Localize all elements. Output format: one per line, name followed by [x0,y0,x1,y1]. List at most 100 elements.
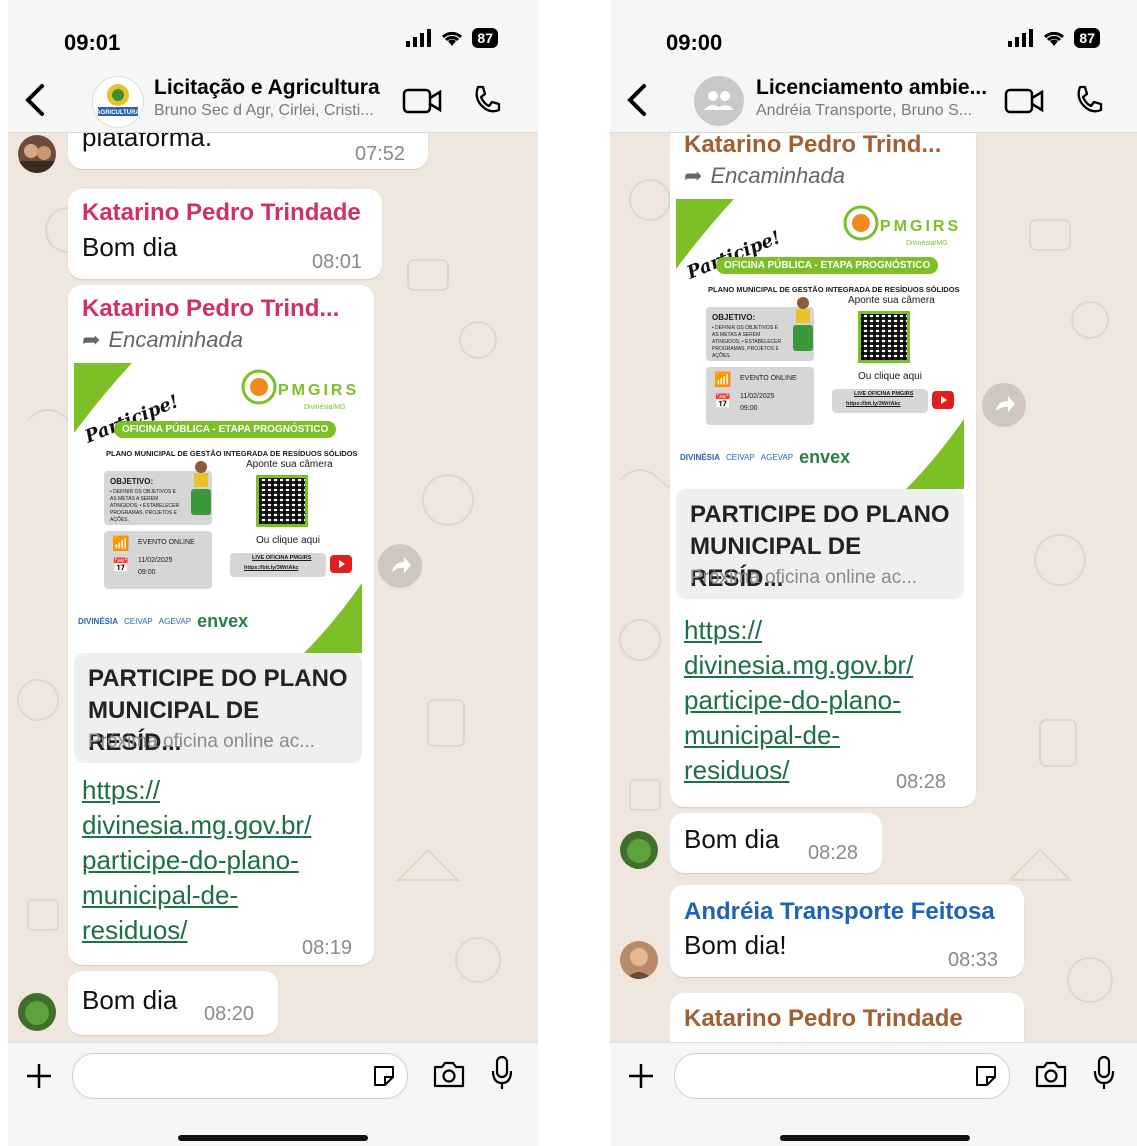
poster-brand: PMGIRS [278,382,359,399]
qr-code[interactable] [858,311,910,363]
message-time: 08:33 [948,949,999,971]
battery-indicator: 87 [472,28,498,48]
poster-event: EVENTO ONLINE [740,375,797,382]
recycling-bin-figure-icon [793,297,813,351]
group-people-icon [704,91,734,110]
poster-plan: PLANO MUNICIPAL DE GESTÃO INTEGRADA DE R… [106,449,358,458]
message-list[interactable]: Katarino Pedro Trind... ➦ Encaminhada PMG… [610,133,1137,1042]
sticker-icon[interactable] [371,1063,397,1089]
message-link[interactable]: https:// divinesia.mg.gov.br/ participe-… [684,613,944,788]
forwarded-link-message[interactable]: Katarino Pedro Trind... ➦ Encaminhada PMG… [68,285,374,965]
chat-participants[interactable]: Bruno Sec d Agr, Cirlei, Cristi... [154,102,374,120]
youtube-icon [932,391,954,409]
logo-divinesia: DIVINÉSIA [680,453,721,462]
sender-name[interactable]: Katarino Pedro Trindade [82,199,361,227]
message-input[interactable] [674,1053,1010,1099]
message-bubble[interactable]: Andréia Transporte Feitosa Bom dia! 08:3… [670,885,1024,977]
event-poster-image[interactable]: PMGIRS Divinésia/MG Participe! OFICINA P… [74,363,362,653]
sender-name[interactable]: Katarino Pedro Trind... [82,295,339,323]
status-icons: 87 [406,28,498,48]
poster-event-box: EVENTO ONLINE 11/02/2025 09:00 📶 📅 [104,531,212,589]
poster-short-url: https://bit.ly/3WrlAkc [846,401,901,407]
sender-name[interactable]: Katarino Pedro Trind... [684,133,941,159]
poster-date: 11/02/2025 [740,393,775,400]
poster-objective-title: OBJETIVO: [712,313,756,322]
poster-brand-sub: Divinésia/MG [906,240,948,247]
message-bubble[interactable]: Bom dia 08:28 [670,813,882,873]
qr-code[interactable] [256,475,308,527]
forwarded-label: ➦ Encaminhada [82,327,243,352]
group-avatar[interactable]: AGRICULTURA [92,76,144,128]
message-input[interactable] [72,1053,408,1099]
message-list[interactable]: plataforma. 07:52 Katarino Pedro Trindad… [8,133,538,1042]
avatar-label: AGRICULTURA [96,110,140,116]
sender-avatar[interactable] [620,941,658,979]
message-bubble[interactable]: Bom dia 08:20 [68,971,278,1035]
event-poster-image[interactable]: PMGIRS Divinésia/MG Participe! OFICINA P… [676,199,964,489]
chat-header: AGRICULTURA Licitação e Agricultura Brun… [8,70,538,133]
poster-live: LIVE OFICINA PMGIRS [854,391,914,397]
poster-click-text: Ou clique aqui [858,371,922,382]
group-avatar[interactable] [694,76,744,126]
back-arrow-icon[interactable] [20,80,50,120]
status-bar: 09:00 87 [610,0,1137,70]
poster-live: LIVE OFICINA PMGIRS [252,555,312,561]
sender-name[interactable]: Katarino Pedro Trindade [684,1005,963,1033]
message-text: Bom dia! [684,930,787,960]
poster-live-box: LIVE OFICINA PMGIRS https://bit.ly/3WrlA… [230,553,326,577]
forward-share-button[interactable] [982,383,1026,427]
poster-brand-sub: Divinésia/MG [304,404,346,411]
message-bubble[interactable]: plataforma. 07:52 [68,133,428,169]
plus-icon[interactable] [24,1061,54,1091]
forwarded-link-message[interactable]: Katarino Pedro Trind... ➦ Encaminhada PMG… [670,133,976,807]
chat-title[interactable]: Licitação e Agricultura [154,76,380,100]
poster-plan: PLANO MUNICIPAL DE GESTÃO INTEGRADA DE R… [708,285,960,294]
message-bubble[interactable]: Katarino Pedro Trindade [670,993,1024,1042]
sender-name[interactable]: Andréia Transporte Feitosa [684,898,995,926]
composer-bar [610,1042,1137,1146]
poster-live-box: LIVE OFICINA PMGIRS https://bit.ly/3WrlA… [832,389,928,413]
message-time: 08:19 [302,937,353,959]
message-link[interactable]: https:// divinesia.mg.gov.br/ participe-… [82,773,342,948]
link-description: Próxima oficina online ac... [88,731,316,752]
message-bubble[interactable]: Katarino Pedro Trindade Bom dia 08:01 [68,189,382,279]
left-phone-screen: 09:01 87 AGRICULTURA Licitação e Agricul… [8,0,538,1146]
logo-envex: envex [197,611,249,631]
wifi-icon [442,31,463,46]
poster-banner: OFICINA PÚBLICA - ETAPA PROGNÓSTICO [114,421,337,438]
poster-logos: DIVINÉSIA CEIVAP AGEVAP envex [680,447,850,468]
link-description: Próxima oficina online ac... [690,567,918,588]
sender-avatar[interactable] [18,993,56,1031]
chat-participants[interactable]: Andréia Transporte, Bruno S... [756,102,972,120]
logo-divinesia: DIVINÉSIA [78,617,119,626]
microphone-icon[interactable] [490,1055,514,1091]
sender-avatar[interactable] [18,135,56,173]
logo-envex: envex [799,447,851,467]
signal-icon [1008,29,1034,47]
sender-avatar[interactable] [620,831,658,869]
wifi-icon: 📶 [714,371,732,387]
chat-header: Licenciamento ambie... Andréia Transport… [610,70,1137,133]
phone-call-icon[interactable] [1072,84,1104,116]
video-call-icon[interactable] [1004,86,1044,116]
plus-icon[interactable] [626,1061,656,1091]
chat-title[interactable]: Licenciamento ambie... [756,76,987,100]
link-preview-card[interactable]: PARTICIPE DO PLANO MUNICIPAL DE RESÍD...… [676,489,964,599]
camera-icon[interactable] [432,1059,466,1089]
sticker-icon[interactable] [973,1063,999,1089]
forward-share-button[interactable] [378,544,422,588]
message-time: 08:28 [896,771,947,793]
poster-brand: PMGIRS [880,218,961,235]
camera-icon[interactable] [1034,1059,1068,1089]
poster-objective-items: • DEFINIR OS OBJETIVOS E AS METAS A SERE… [712,325,782,359]
microphone-icon[interactable] [1092,1055,1116,1091]
status-time: 09:00 [666,30,723,55]
poster-objective-items: • DEFINIR OS OBJETIVOS E AS METAS A SERE… [110,489,180,523]
calendar-icon: 📅 [714,393,732,409]
poster-event: EVENTO ONLINE [138,539,195,546]
link-preview-card[interactable]: PARTICIPE DO PLANO MUNICIPAL DE RESÍD...… [74,653,362,763]
video-call-icon[interactable] [402,86,442,116]
poster-click-text: Ou clique aqui [256,535,320,546]
back-arrow-icon[interactable] [622,80,652,120]
phone-call-icon[interactable] [470,84,502,116]
